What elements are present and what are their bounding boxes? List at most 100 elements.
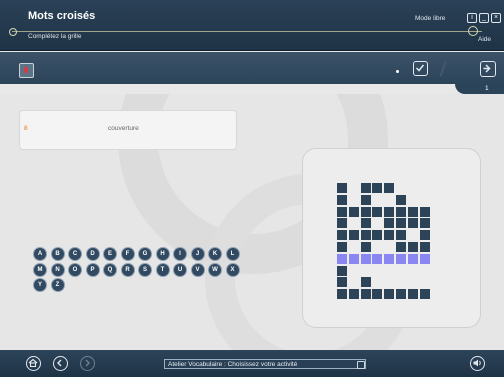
letter-key-k[interactable]: K [209,248,221,260]
info-button[interactable]: i [467,13,477,23]
grid-cell[interactable] [360,230,371,241]
active-word-cell[interactable] [337,253,347,264]
letter-key-u[interactable]: U [174,263,186,276]
letter-key-b[interactable]: B [51,248,64,260]
grid-cell[interactable] [337,206,347,217]
grid-cell[interactable] [396,289,406,300]
grid-cell[interactable] [360,289,371,300]
letter-key-s[interactable]: S [139,263,151,276]
grid-cell[interactable] [360,218,371,229]
active-word-cell[interactable] [407,253,418,264]
grid-cell[interactable] [360,206,371,217]
grid-cell[interactable] [419,230,430,241]
grid-cell[interactable] [384,183,395,193]
back-button[interactable] [53,356,68,371]
letter-key-i[interactable]: I [174,248,186,260]
active-word-cell[interactable] [360,253,371,264]
clue-text: couverture [108,125,139,132]
mode-label[interactable]: Mode libre [415,15,445,22]
grid-cell[interactable] [360,277,371,288]
active-word-cell[interactable] [396,253,406,264]
grid-cell[interactable] [360,183,371,193]
grid-cell[interactable] [337,277,347,288]
check-icon [415,64,425,72]
validate-button[interactable] [413,61,428,76]
letter-key-d[interactable]: D [86,248,99,260]
letter-key-v[interactable]: V [191,263,204,276]
letter-key-l[interactable]: L [226,248,239,260]
back-arrow-icon [57,359,62,367]
grid-cell[interactable] [419,289,430,300]
grid-cell[interactable] [396,242,406,252]
grid-cell[interactable] [372,289,383,300]
title-divider [12,31,482,32]
grid-cell[interactable] [372,230,383,241]
status-text: Atelier Vocabulaire : Choisissez votre a… [168,361,298,368]
letter-key-c[interactable]: C [69,248,81,260]
forward-button[interactable] [80,356,95,371]
help-ring-icon [468,26,478,36]
letter-key-t[interactable]: T [156,263,169,276]
grid-cell[interactable] [337,230,347,241]
letter-key-j[interactable]: J [191,248,204,260]
grid-cell[interactable] [337,242,347,252]
grid-cell[interactable] [337,194,347,205]
title-ornament-icon [9,28,17,36]
grid-cell[interactable] [407,242,418,252]
letter-key-f[interactable]: F [121,248,134,260]
active-word-cell[interactable] [384,253,395,264]
grid-cell[interactable] [419,218,430,229]
letter-key-e[interactable]: E [104,248,116,260]
letter-key-z[interactable]: Z [51,279,64,291]
home-button[interactable] [26,356,41,371]
minimize-button[interactable]: _ [479,13,489,23]
next-button[interactable] [480,61,496,77]
grid-cell[interactable] [384,206,395,217]
grid-cell[interactable] [419,206,430,217]
book-icon[interactable] [19,63,34,78]
letter-key-y[interactable]: Y [34,279,46,291]
letter-key-q[interactable]: Q [104,263,116,276]
letter-key-g[interactable]: G [139,248,151,260]
grid-cell[interactable] [337,289,347,300]
sound-button[interactable] [470,356,485,371]
grid-cell[interactable] [396,218,406,229]
grid-cell[interactable] [396,206,406,217]
grid-cell[interactable] [384,218,395,229]
grid-cell[interactable] [372,206,383,217]
grid-cell[interactable] [348,206,359,217]
grid-cell[interactable] [407,289,418,300]
letter-key-h[interactable]: H [156,248,169,260]
grid-cell[interactable] [419,242,430,252]
grid-cell[interactable] [407,218,418,229]
grid-cell[interactable] [372,183,383,193]
close-button[interactable]: × [491,13,501,23]
active-word-cell[interactable] [419,253,430,264]
grid-cell[interactable] [337,218,347,229]
grid-cell[interactable] [396,194,406,205]
letter-key-p[interactable]: P [86,263,99,276]
grid-cell[interactable] [384,289,395,300]
grid-cell[interactable] [407,206,418,217]
grid-cell[interactable] [384,230,395,241]
help-link[interactable]: Aide [478,36,491,43]
status-dropdown-button[interactable] [357,361,365,369]
letter-key-a[interactable]: A [34,248,46,260]
letter-key-w[interactable]: W [209,263,221,276]
grid-cell[interactable] [348,289,359,300]
letter-key-r[interactable]: R [121,263,134,276]
grid-cell[interactable] [337,183,347,193]
letter-key-m[interactable]: M [34,263,46,276]
active-word-cell[interactable] [372,253,383,264]
grid-cell[interactable] [360,242,371,252]
indicator-dot [396,70,399,73]
grid-cell[interactable] [396,230,406,241]
letter-key-x[interactable]: X [226,263,239,276]
grid-cell[interactable] [360,194,371,205]
letter-key-o[interactable]: O [69,263,81,276]
grid-cell[interactable] [348,230,359,241]
active-word-cell[interactable] [348,253,359,264]
letter-key-n[interactable]: N [51,263,64,276]
app-subtitle: Complétez la grille [28,33,82,40]
grid-cell[interactable] [337,265,347,276]
